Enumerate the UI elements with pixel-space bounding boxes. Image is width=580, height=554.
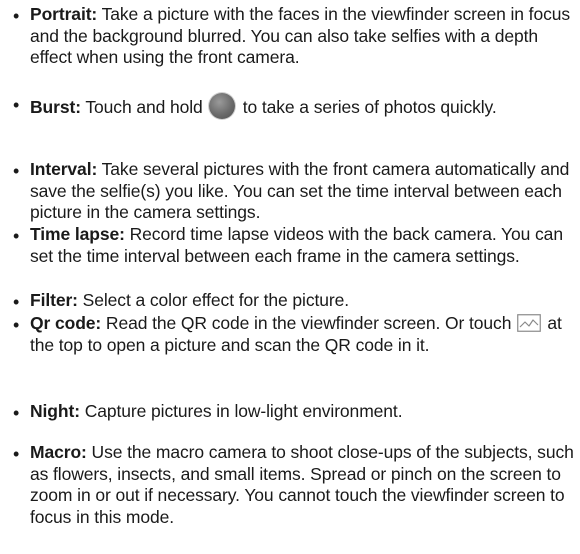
description-continued: to take a series of photos quickly. — [242, 97, 497, 117]
description: Capture pictures in low-light environmen… — [79, 401, 403, 421]
list-item-text: Night: Capture pictures in low-light env… — [30, 401, 580, 423]
bullet: • — [13, 226, 20, 246]
bullet: • — [13, 95, 20, 115]
list-item-text: Portrait: Take a picture with the faces … — [30, 4, 580, 69]
description: Use the macro camera to shoot close-ups … — [30, 442, 574, 527]
list-item-text: Time lapse: Record time lapse videos wit… — [30, 224, 580, 267]
term-label: Time lapse: — [30, 224, 125, 244]
term-label: Burst: — [30, 97, 81, 117]
term-label: Interval: — [30, 159, 98, 179]
bullet: • — [13, 444, 20, 464]
list-item-text: Filter: Select a color effect for the pi… — [30, 290, 580, 312]
term-label: Qr code: — [30, 313, 102, 333]
list-item-text: Qr code: Read the QR code in the viewfin… — [30, 313, 580, 356]
gallery-icon — [517, 314, 542, 332]
list-item-text: Burst: Touch and hold to take a series of… — [30, 93, 580, 119]
shutter-button-icon — [208, 93, 235, 119]
bullet: • — [13, 292, 20, 312]
term-label: Filter: — [30, 290, 78, 310]
description: Read the QR code in the viewfinder scree… — [101, 313, 512, 333]
term-label: Night: — [30, 401, 80, 421]
term-label: Portrait: — [30, 4, 98, 24]
bullet: • — [13, 403, 20, 423]
bullet: • — [13, 161, 20, 181]
description: Select a color effect for the picture. — [77, 290, 349, 310]
list-item-text: Interval: Take several pictures with the… — [30, 159, 580, 224]
description: Take several pictures with the front cam… — [30, 159, 570, 222]
list-item-text: Macro: Use the macro camera to shoot clo… — [30, 442, 580, 528]
description: Take a picture with the faces in the vie… — [30, 4, 571, 67]
term-label: Macro: — [30, 442, 87, 462]
bullet: • — [13, 315, 20, 335]
description: Touch and hold — [80, 97, 203, 117]
bullet: • — [13, 6, 20, 26]
